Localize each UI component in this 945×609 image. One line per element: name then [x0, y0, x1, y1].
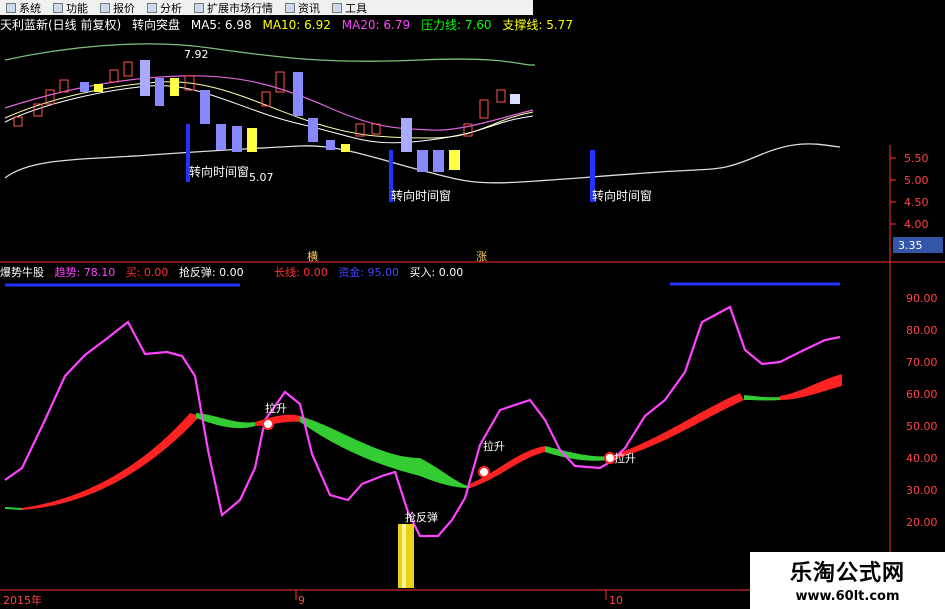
candle: [94, 84, 103, 92]
price-tick: 5.00: [904, 174, 929, 187]
candle: [13, 116, 23, 127]
candle: [123, 61, 133, 77]
candle: [401, 118, 412, 152]
time-window-label: 转向时间窗: [592, 188, 652, 203]
ma5-line: [4, 85, 534, 144]
candle: [326, 140, 335, 150]
candle: [170, 78, 179, 96]
rebound-label: 抢反弹: [405, 510, 438, 524]
watermark-title: 乐淘公式网: [789, 561, 905, 586]
candle: [155, 78, 164, 106]
watermark-box: 乐淘公式网 www.60lt.com: [750, 552, 945, 609]
candle: [200, 90, 210, 124]
lashing-label: 拉升: [483, 439, 505, 453]
value-tick: 20.00: [906, 516, 938, 529]
high-price-label: 7.92: [184, 48, 209, 61]
candle: [80, 82, 89, 92]
price-tick: 4.00: [904, 218, 929, 231]
candle: [341, 144, 350, 152]
candle: [247, 128, 257, 152]
x-axis-label: 9: [298, 594, 305, 607]
value-tick: 80.00: [906, 324, 938, 337]
price-tick: 4.50: [904, 196, 929, 209]
trend-line: [4, 305, 841, 538]
tag-label: 涨: [476, 250, 487, 263]
ribbon-green: [5, 507, 22, 510]
ribbon-red: [255, 414, 300, 426]
candle: [216, 124, 226, 150]
top-price-axis: 5.50 5.00 4.50 4.00: [890, 152, 929, 231]
value-tick: 90.00: [906, 292, 938, 305]
lashing-label: 拉升: [265, 401, 287, 415]
candle: [510, 94, 520, 104]
ribbon-red: [610, 393, 744, 460]
candle: [449, 150, 460, 170]
ribbon-green: [545, 446, 610, 461]
candle: [293, 72, 303, 116]
ribbon-red: [22, 413, 200, 510]
candle: [433, 150, 444, 172]
ribbon-green: [744, 395, 780, 401]
value-tick: 60.00: [906, 388, 938, 401]
candle: [417, 150, 428, 172]
candlestick-group: [13, 60, 520, 172]
value-tick: 70.00: [906, 356, 938, 369]
bottom-value-axis: 90.00 80.00 70.00 60.00 50.00 40.00 30.0…: [906, 292, 938, 529]
x-axis-label: 2015年: [3, 593, 42, 607]
candle: [496, 89, 506, 103]
candle: [371, 123, 381, 135]
candle: [59, 79, 69, 93]
value-tick: 30.00: [906, 484, 938, 497]
rebound-bar-highlight: [402, 524, 406, 588]
lashing-label: 拉升: [614, 451, 636, 465]
time-window-label: 转向时间窗: [391, 188, 451, 203]
candle: [232, 126, 242, 152]
ribbon-green: [300, 416, 470, 488]
tag-label: 横: [307, 249, 318, 263]
x-axis-label: 10: [609, 594, 623, 607]
chart-canvas: 7.92 5.07 转向时间窗 转向时间窗 转向时间窗 横 涨 5.50 5.0…: [0, 43, 945, 607]
price-tick: 5.50: [904, 152, 929, 165]
candle: [140, 60, 150, 96]
pressure-band-line: [4, 43, 536, 66]
candle: [479, 99, 489, 119]
candle: [109, 69, 119, 83]
watermark-url: www.60lt.com: [795, 589, 900, 604]
time-window-label: 转向时间窗: [189, 164, 249, 179]
candle: [308, 118, 318, 142]
ribbon-red: [780, 374, 842, 400]
value-tick: 40.00: [906, 452, 938, 465]
current-price-value: 3.35: [898, 239, 923, 252]
value-tick: 50.00: [906, 420, 938, 433]
low-price-label: 5.07: [249, 171, 274, 184]
